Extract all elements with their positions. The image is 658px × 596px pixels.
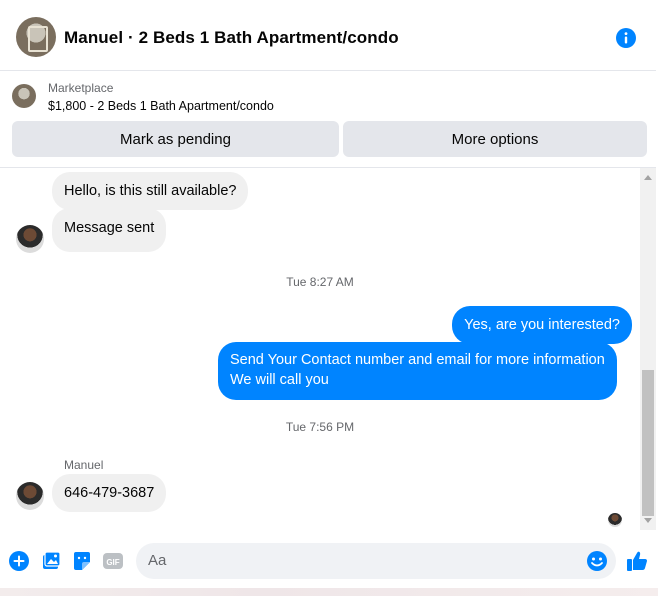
mark-as-pending-button[interactable]: Mark as pending (12, 121, 339, 157)
marketplace-listing-panel: Marketplace $1,800 - 2 Beds 1 Bath Apart… (0, 71, 656, 168)
chat-header: Manuel · 2 Beds 1 Bath Apartment/condo (0, 6, 656, 71)
image-icon[interactable] (40, 550, 62, 572)
message-input[interactable]: Aa (136, 543, 616, 579)
more-options-button[interactable]: More options (343, 121, 647, 157)
timestamp: Tue 7:56 PM (285, 420, 355, 434)
info-icon[interactable] (616, 28, 636, 48)
sender-avatar[interactable] (16, 225, 44, 253)
listing-source: Marketplace (48, 81, 114, 95)
message-list: Hello, is this still available? Message … (0, 168, 640, 530)
bottom-edge (0, 588, 658, 596)
listing-thumbnail[interactable] (12, 84, 36, 108)
svg-text:GIF: GIF (106, 558, 119, 567)
scroll-thumb[interactable] (642, 370, 654, 516)
plus-icon[interactable] (8, 550, 30, 572)
message-scrollbar[interactable] (640, 168, 656, 530)
scroll-down-arrow-icon[interactable] (644, 518, 652, 523)
sender-avatar[interactable] (16, 482, 44, 510)
sticker-icon[interactable] (71, 550, 93, 572)
scroll-up-arrow-icon[interactable] (644, 175, 652, 180)
message-composer: GIF Aa (0, 538, 658, 584)
listing-avatar[interactable] (16, 17, 56, 57)
chat-window: Manuel · 2 Beds 1 Bath Apartment/condo M… (0, 0, 658, 596)
listing-product[interactable]: $1,800 - 2 Beds 1 Bath Apartment/condo (48, 99, 274, 113)
chat-title[interactable]: Manuel · 2 Beds 1 Bath Apartment/condo (64, 28, 399, 48)
thumbs-up-icon[interactable] (625, 549, 649, 573)
emoji-icon[interactable] (586, 550, 608, 572)
message-bubble-outgoing[interactable]: Send Your Contact number and email for m… (218, 342, 617, 400)
message-line: Send Your Contact number and email for m… (230, 352, 605, 368)
message-bubble-incoming[interactable]: Hello, is this still available? (52, 172, 249, 210)
message-line: We will call you (230, 372, 329, 388)
message-bubble-incoming[interactable]: 646-479-3687 (52, 474, 167, 512)
gif-icon[interactable]: GIF (102, 550, 124, 572)
timestamp: Tue 8:27 AM (286, 275, 354, 289)
message-bubble-outgoing[interactable]: Yes, are you interested? (452, 306, 632, 344)
read-receipt-avatar (608, 513, 622, 527)
sender-name: Manuel (64, 458, 104, 472)
message-input-placeholder: Aa (148, 552, 167, 569)
message-bubble-incoming[interactable]: Message sent (52, 208, 167, 252)
